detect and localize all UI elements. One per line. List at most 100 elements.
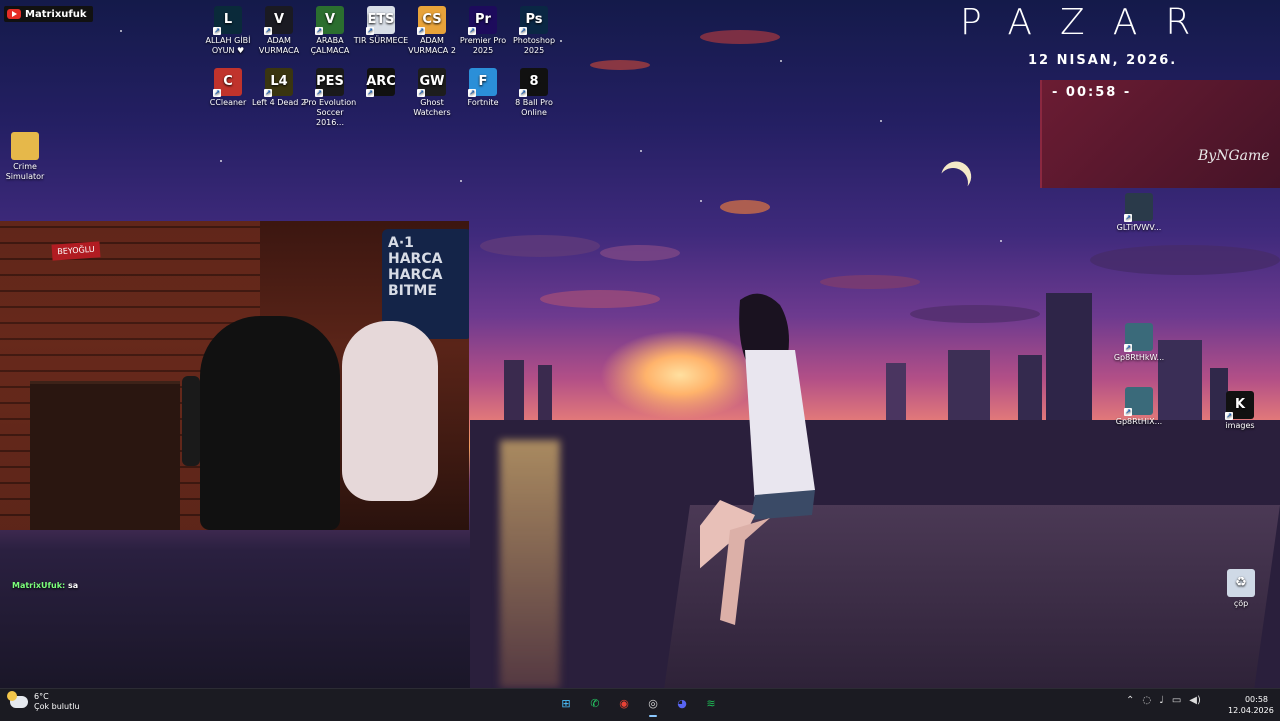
icon-glyph: 8 <box>529 74 539 89</box>
shortcut-arrow-icon: ↗ <box>1124 344 1132 352</box>
discord-icon: ◕ <box>677 696 687 710</box>
whatsapp-button[interactable]: ✆ <box>585 693 605 713</box>
crescent-moon <box>933 163 974 204</box>
desktop-icon-label: Ghost Watchers <box>413 98 451 117</box>
taskbar-date: 12.04.2026 <box>1228 706 1274 715</box>
desktop-icon-label: ARABA ÇALMACA <box>310 36 350 55</box>
icon-glyph: ARC <box>366 74 396 89</box>
desktop-icon[interactable]: K ↗ images <box>1212 391 1268 431</box>
gta-v-icon: V ↗ <box>315 6 344 35</box>
desktop-icon[interactable]: CS ↗ ADAM VURMACA 2 <box>404 6 460 56</box>
icon-glyph: L <box>223 12 233 27</box>
icon-glyph: ETS <box>367 12 395 27</box>
desktop-icon-label: ADAM VURMACA <box>258 36 300 55</box>
desktop-icon[interactable]: ARC ↗ <box>353 68 409 98</box>
shortcut-arrow-icon: ↗ <box>519 27 527 35</box>
icon-glyph: F <box>478 74 488 89</box>
start-icon: ⊞ <box>561 696 571 710</box>
ghost-watchers-icon: GW ↗ <box>417 68 446 97</box>
desktop-icon-label: ADAM VURMACA 2 <box>408 36 456 55</box>
obs-icon: ◎ <box>648 696 658 710</box>
desktop-icon-label: Gp8RtHiX... <box>1115 417 1163 426</box>
network-status-icon[interactable]: ◌ <box>1142 695 1151 706</box>
desktop-icon[interactable]: Ps ↗ Photoshop 2025 <box>506 6 562 56</box>
desktop-icon[interactable]: V ↗ ADAM VURMACA <box>251 6 307 56</box>
desktop-icon-label: ALLAH GİBİ OYUN ♥ <box>205 36 251 55</box>
photo-thumb-icon: ↗ <box>1124 323 1153 352</box>
weather-widget[interactable]: 6°C Çok bulutlu <box>7 691 80 712</box>
shortcut-arrow-icon: ↗ <box>1124 214 1132 222</box>
icon-glyph: PES <box>316 74 344 89</box>
desktop-icon-label: Photoshop 2025 <box>512 36 556 55</box>
widget-day-name: PAZAR <box>960 2 1219 43</box>
taskbar-time: 00:58 <box>1244 695 1268 704</box>
photoshop-icon: Ps ↗ <box>519 6 548 35</box>
desktop-icon-label: Fortnite <box>467 98 499 107</box>
chat-message: sa <box>68 581 79 590</box>
desktop-icon[interactable]: ↗ GLTifVWV... <box>1111 193 1167 233</box>
desktop-icon-label: Left 4 Dead 2 <box>252 98 306 107</box>
chrome-icon: ◉ <box>619 696 629 710</box>
icon-glyph: K <box>1234 397 1246 412</box>
icon-glyph: C <box>223 74 233 89</box>
desktop-icon-label: Crime Simulator <box>5 162 45 181</box>
chevron-up-icon[interactable]: ⌃ <box>1126 695 1134 706</box>
shelf-unit <box>30 381 180 530</box>
icon-glyph: Ps <box>525 12 543 27</box>
weather-temp: 6°C <box>34 692 49 701</box>
desktop-icon[interactable]: F ↗ Fortnite <box>455 68 511 108</box>
microphone-icon[interactable]: ♩ <box>1159 695 1164 706</box>
icon-glyph: GW <box>419 74 445 89</box>
chat-overlay: MatrixUfuk: sa <box>12 581 78 590</box>
desktop-icon[interactable]: 8 ↗ 8 Ball Pro Online <box>506 68 562 118</box>
desktop-icon-label: GLTifVWV... <box>1116 223 1162 232</box>
icon-glyph: ♻ <box>1235 575 1247 590</box>
desktop-icon[interactable]: V ↗ ARABA ÇALMACA <box>302 6 358 56</box>
recycle-bin-icon: ♻ <box>1227 569 1255 597</box>
discord-button[interactable]: ◕ <box>672 693 692 713</box>
premiere-pro-icon: Pr ↗ <box>468 6 497 35</box>
widget-time: - 00:58 - <box>1052 85 1132 100</box>
shortcut-arrow-icon: ↗ <box>366 89 374 97</box>
shortcut-arrow-icon: ↗ <box>366 27 374 35</box>
shortcut-arrow-icon: ↗ <box>264 89 272 97</box>
desktop-icon[interactable]: PES ↗ Pro Evolution Soccer 2016... <box>302 68 358 128</box>
channel-badge: Matrixufuk <box>4 6 93 22</box>
spotify-button[interactable]: ≋ <box>701 693 721 713</box>
desktop-icon[interactable]: Pr ↗ Premier Pro 2025 <box>455 6 511 56</box>
desktop-icon[interactable]: GW ↗ Ghost Watchers <box>404 68 460 118</box>
desktop-icon-label: Pro Evolution Soccer 2016... <box>303 98 357 127</box>
kick-icon: K ↗ <box>1225 391 1254 420</box>
icon-glyph: CS <box>422 12 442 27</box>
counter-strike-icon: CS ↗ <box>417 6 446 35</box>
desktop-icon[interactable]: ↗ Gp8RtHkW... <box>1111 323 1167 363</box>
whatsapp-icon: ✆ <box>590 696 600 710</box>
desktop-icon[interactable]: L ↗ ALLAH GİBİ OYUN ♥ <box>200 6 256 56</box>
volume-icon[interactable]: ◀) <box>1189 695 1201 706</box>
desktop-icon-label: TIR SÜRMECE <box>353 36 409 45</box>
icon-glyph: V <box>273 12 285 27</box>
shortcut-arrow-icon: ↗ <box>417 27 425 35</box>
youtube-icon <box>7 9 21 19</box>
microphone <box>182 376 200 466</box>
chrome-button[interactable]: ◉ <box>614 693 634 713</box>
desktop-icon[interactable]: Crime Simulator <box>0 132 53 182</box>
pes-icon: PES ↗ <box>315 68 344 97</box>
shortcut-arrow-icon: ↗ <box>213 27 221 35</box>
photo-thumb-icon: ↗ <box>1124 387 1153 416</box>
partly-cloudy-icon <box>7 691 28 708</box>
desktop-icon-label: 8 Ball Pro Online <box>515 98 553 117</box>
photo-portrait-icon: ↗ <box>1124 193 1153 222</box>
obs-button[interactable]: ◎ <box>643 693 663 717</box>
desktop-icon[interactable]: ETS ↗ TIR SÜRMECE <box>353 6 409 46</box>
display-icon[interactable]: ▭ <box>1172 695 1181 706</box>
start-button[interactable]: ⊞ <box>556 693 576 713</box>
taskbar-clock[interactable]: 00:58 12.04.2026 <box>1228 694 1274 716</box>
folder-icon <box>11 132 39 160</box>
shortcut-arrow-icon: ↗ <box>1225 412 1233 420</box>
desktop-icon[interactable]: ♻ çöp <box>1213 569 1269 609</box>
shortcut-arrow-icon: ↗ <box>468 89 476 97</box>
desktop-icon[interactable]: L4 ↗ Left 4 Dead 2 <box>251 68 307 108</box>
desktop-icon[interactable]: C ↗ CCleaner <box>200 68 256 108</box>
desktop-icon[interactable]: ↗ Gp8RtHiX... <box>1111 387 1167 427</box>
